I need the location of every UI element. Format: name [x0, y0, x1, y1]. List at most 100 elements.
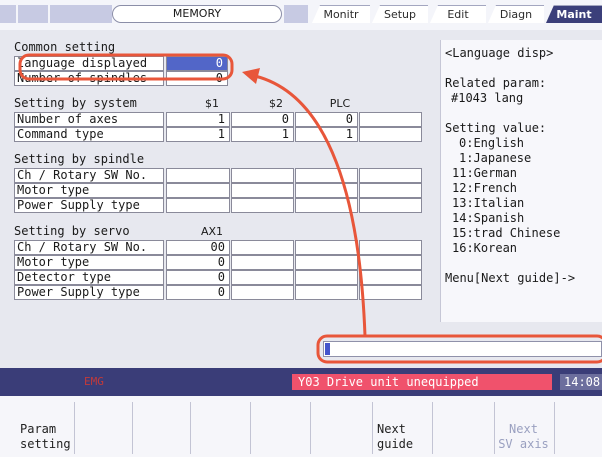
tab-monitr[interactable]: Monitr: [312, 5, 370, 23]
input-line[interactable]: [323, 341, 602, 357]
menu-key-empty[interactable]: [250, 402, 308, 454]
section-heading-common: Common setting: [14, 40, 116, 54]
menu-key-line1: Next: [377, 422, 406, 436]
language-label: language displayed: [14, 56, 164, 71]
spindle-power-supply-label: Power Supply type: [14, 198, 164, 213]
guide-title: <Language disp>: [445, 46, 554, 60]
spindle-cell[interactable]: [231, 168, 294, 183]
command-type-system1[interactable]: 1: [166, 127, 230, 142]
servo-cell[interactable]: [295, 270, 358, 285]
axes-value-plc[interactable]: 0: [295, 112, 358, 127]
guide-option: 13:Italian: [452, 196, 525, 210]
servo-cell[interactable]: [295, 255, 358, 270]
spindle-cell[interactable]: [295, 198, 358, 213]
spindle-cell[interactable]: [231, 183, 294, 198]
menu-key-empty[interactable]: [554, 402, 602, 454]
guide-option: 16:Korean: [452, 241, 518, 255]
guide-option: 14:Spanish: [452, 211, 525, 225]
tab-edit[interactable]: Edit: [430, 5, 486, 23]
command-type-system2[interactable]: 1: [231, 127, 294, 142]
col-header-ax1: AX1: [200, 225, 224, 238]
servo-cell[interactable]: [359, 285, 422, 300]
axes-value-system2[interactable]: 0: [231, 112, 294, 127]
servo-power-supply-value[interactable]: 0: [166, 285, 230, 300]
menu-key-empty[interactable]: [190, 402, 248, 454]
section-heading-spindle: Setting by spindle: [14, 152, 145, 166]
servo-cell[interactable]: [359, 255, 422, 270]
servo-cell[interactable]: [359, 270, 422, 285]
tab-diagn[interactable]: Diagn: [488, 5, 544, 23]
servo-cell[interactable]: [231, 255, 294, 270]
menu-key-empty[interactable]: [432, 402, 490, 454]
next-sv-axis-button[interactable]: Next SV axis: [494, 402, 552, 454]
guide-menu-hint: Menu[Next guide]->: [445, 271, 576, 285]
param-setting-button[interactable]: Param setting: [16, 402, 74, 454]
guide-related-label: Related param:: [445, 76, 547, 90]
top-bar: MEMORY Monitr Setup Edit Diagn Maint: [0, 0, 602, 30]
servo-detector-type-value[interactable]: 0: [166, 270, 230, 285]
guide-setting-label: Setting value:: [445, 121, 547, 135]
menu-key-line2: guide: [377, 437, 414, 451]
spindle-cell[interactable]: [166, 168, 230, 183]
tab-maint[interactable]: Maint: [546, 5, 602, 23]
servo-cell[interactable]: [231, 240, 294, 255]
menu-key-line1: Param: [20, 422, 57, 436]
guide-option: 1:Japanese: [459, 151, 532, 165]
text-cursor: [325, 343, 330, 355]
command-type-label: Command type: [14, 127, 164, 142]
servo-ch-rotary-value[interactable]: 00: [166, 240, 230, 255]
spindle-cell[interactable]: [295, 168, 358, 183]
language-value-field[interactable]: 0: [166, 56, 228, 71]
nc-screen: MEMORY Monitr Setup Edit Diagn Maint Com…: [0, 0, 602, 457]
guide-related-value: #1043 lang: [451, 91, 524, 105]
spindle-cell[interactable]: [166, 183, 230, 198]
guide-option: 0:English: [459, 136, 525, 150]
spindle-cell[interactable]: [359, 183, 422, 198]
menu-key-empty[interactable]: [310, 402, 368, 454]
servo-motor-type-label: Motor type: [14, 255, 164, 270]
spindle-cell[interactable]: [359, 198, 422, 213]
servo-cell[interactable]: [295, 240, 358, 255]
command-type-plc[interactable]: 1: [295, 127, 358, 142]
servo-cell[interactable]: [231, 270, 294, 285]
section-heading-system: Setting by system: [14, 96, 137, 110]
col-header-system2: $2: [269, 97, 283, 110]
axes-value-system1[interactable]: 1: [166, 112, 230, 127]
empty-cell: [359, 127, 422, 142]
guide-option: 12:French: [452, 181, 518, 195]
mode-indicator: MEMORY: [112, 5, 282, 23]
spindle-ch-rotary-label: Ch / Rotary SW No.: [14, 168, 164, 183]
menu-key-empty[interactable]: [132, 402, 190, 454]
servo-cell[interactable]: [359, 240, 422, 255]
alarm-message: Y03 Drive unit unequipped: [292, 374, 552, 390]
guide-option: 11:German: [452, 166, 518, 180]
section-heading-servo: Setting by servo: [14, 224, 130, 238]
spindle-cell[interactable]: [231, 198, 294, 213]
number-of-axes-label: Number of axes: [14, 112, 164, 127]
spindles-value-field[interactable]: 0: [166, 71, 228, 86]
servo-power-supply-label: Power Supply type: [14, 285, 164, 300]
col-header-system1: $1: [205, 97, 219, 110]
guide-panel: <Language disp> Related param: #1043 lan…: [440, 40, 602, 322]
servo-detector-type-label: Detector type: [14, 270, 164, 285]
tab-setup[interactable]: Setup: [372, 5, 428, 23]
menu-key-line2: setting: [20, 437, 71, 451]
servo-motor-type-value[interactable]: 0: [166, 255, 230, 270]
servo-cell[interactable]: [231, 285, 294, 300]
spindle-cell[interactable]: [166, 198, 230, 213]
header-segment: [284, 5, 308, 23]
spindle-cell[interactable]: [359, 168, 422, 183]
empty-cell: [359, 112, 422, 127]
next-guide-button[interactable]: Next guide: [372, 402, 430, 454]
spindles-label: Number of spindles: [14, 71, 164, 86]
menu-key-empty[interactable]: [74, 402, 132, 454]
header-segment: [50, 5, 112, 23]
servo-ch-rotary-label: Ch / Rotary SW No.: [14, 240, 164, 255]
header-segment: [18, 5, 48, 23]
spindle-cell[interactable]: [295, 183, 358, 198]
servo-cell[interactable]: [295, 285, 358, 300]
clock: 14:08: [560, 374, 602, 390]
spindle-motor-type-label: Motor type: [14, 183, 164, 198]
header-segment: [0, 5, 16, 23]
emergency-indicator: EMG: [84, 375, 104, 388]
